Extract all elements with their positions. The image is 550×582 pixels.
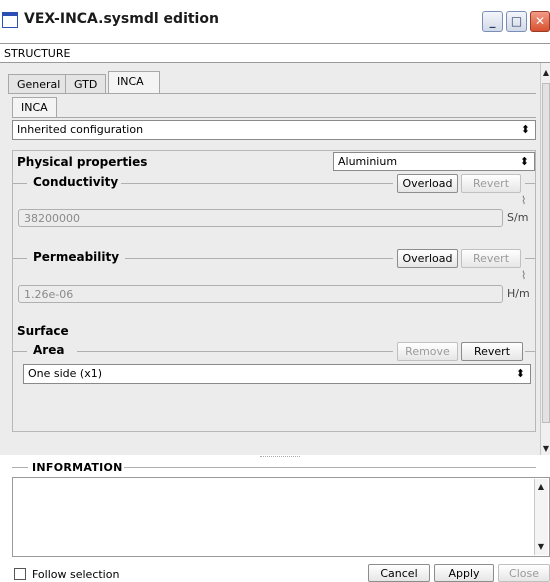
tab-inca[interactable]: INCA bbox=[108, 71, 160, 94]
section-line bbox=[12, 467, 28, 468]
conductivity-field[interactable]: 38200000 bbox=[18, 209, 503, 227]
subtab-inca[interactable]: INCA bbox=[12, 97, 57, 117]
scroll-down-icon[interactable]: ▼ bbox=[541, 443, 550, 455]
area-value: One side (x1) bbox=[28, 367, 103, 380]
select-arrows-icon: ⬍ bbox=[520, 123, 530, 136]
minimize-button[interactable]: _ bbox=[482, 11, 503, 32]
window-title: VEX-INCA.sysmdl edition bbox=[24, 11, 219, 27]
permeability-field[interactable]: 1.26e-06 bbox=[18, 285, 503, 303]
area-heading: Area bbox=[33, 343, 65, 357]
area-revert-button[interactable]: Revert bbox=[461, 342, 523, 361]
conductivity-revert-button: Revert bbox=[461, 174, 521, 193]
tab-bar: General GTD INCA bbox=[8, 71, 308, 94]
window-icon bbox=[2, 12, 18, 28]
curve-icon[interactable]: ⌇ bbox=[521, 269, 526, 282]
permeability-revert-button: Revert bbox=[461, 249, 521, 268]
section-line bbox=[125, 258, 393, 259]
section-line bbox=[13, 258, 27, 259]
scroll-up-icon[interactable]: ▲ bbox=[535, 481, 547, 493]
information-heading: INFORMATION bbox=[32, 461, 123, 474]
structure-header: STRUCTURE bbox=[0, 43, 550, 63]
select-arrows-icon: ⬍ bbox=[519, 155, 529, 168]
material-value: Aluminium bbox=[338, 155, 398, 168]
tab-divider bbox=[8, 93, 536, 94]
configuration-select[interactable]: Inherited configuration ⬍ bbox=[12, 120, 536, 140]
permeability-heading: Permeability bbox=[33, 250, 120, 264]
scroll-thumb[interactable] bbox=[542, 83, 550, 423]
main-scrollbar[interactable]: ▲ ▼ bbox=[540, 63, 550, 455]
section-line bbox=[77, 351, 393, 352]
physical-properties-heading: Physical properties bbox=[17, 155, 148, 169]
properties-group: Physical properties Aluminium ⬍ Conducti… bbox=[12, 150, 536, 432]
surface-heading: Surface bbox=[17, 324, 69, 338]
close-window-button[interactable]: ✕ bbox=[530, 11, 550, 32]
select-arrows-icon: ⬍ bbox=[515, 367, 525, 380]
conductivity-unit: S/m bbox=[507, 211, 529, 224]
tab-gtd[interactable]: GTD bbox=[65, 74, 107, 93]
tab-general[interactable]: General bbox=[8, 74, 70, 93]
section-line bbox=[13, 351, 27, 352]
scroll-down-icon[interactable]: ▼ bbox=[535, 541, 547, 553]
information-textarea[interactable] bbox=[12, 477, 550, 557]
material-select[interactable]: Aluminium ⬍ bbox=[333, 152, 535, 171]
section-line bbox=[13, 183, 27, 184]
section-line bbox=[121, 183, 393, 184]
section-line bbox=[124, 467, 536, 468]
scroll-up-icon[interactable]: ▲ bbox=[541, 67, 550, 79]
close-button: Close bbox=[498, 564, 550, 582]
permeability-unit: H/m bbox=[507, 287, 530, 300]
information-scrollbar[interactable]: ▲ ▼ bbox=[534, 479, 548, 555]
apply-button[interactable]: Apply bbox=[434, 564, 494, 582]
area-select[interactable]: One side (x1) ⬍ bbox=[23, 364, 531, 384]
follow-selection-label: Follow selection bbox=[32, 568, 120, 581]
section-line bbox=[525, 183, 535, 184]
follow-selection-checkbox[interactable] bbox=[14, 568, 26, 580]
title-bar: VEX-INCA.sysmdl edition _ □ ✕ bbox=[0, 0, 550, 38]
cancel-button[interactable]: Cancel bbox=[368, 564, 430, 582]
section-line bbox=[525, 351, 535, 352]
subtab-divider bbox=[12, 117, 536, 118]
curve-icon[interactable]: ⌇ bbox=[521, 194, 526, 207]
conductivity-heading: Conductivity bbox=[33, 175, 119, 189]
main-panel: General GTD INCA INCA Inherited configur… bbox=[0, 63, 540, 455]
permeability-overload-button[interactable]: Overload bbox=[397, 249, 458, 268]
section-line bbox=[525, 258, 535, 259]
splitter-handle[interactable] bbox=[260, 456, 300, 458]
area-remove-button: Remove bbox=[397, 342, 458, 361]
conductivity-overload-button[interactable]: Overload bbox=[397, 174, 458, 193]
maximize-button[interactable]: □ bbox=[506, 11, 527, 32]
configuration-value: Inherited configuration bbox=[17, 123, 144, 136]
